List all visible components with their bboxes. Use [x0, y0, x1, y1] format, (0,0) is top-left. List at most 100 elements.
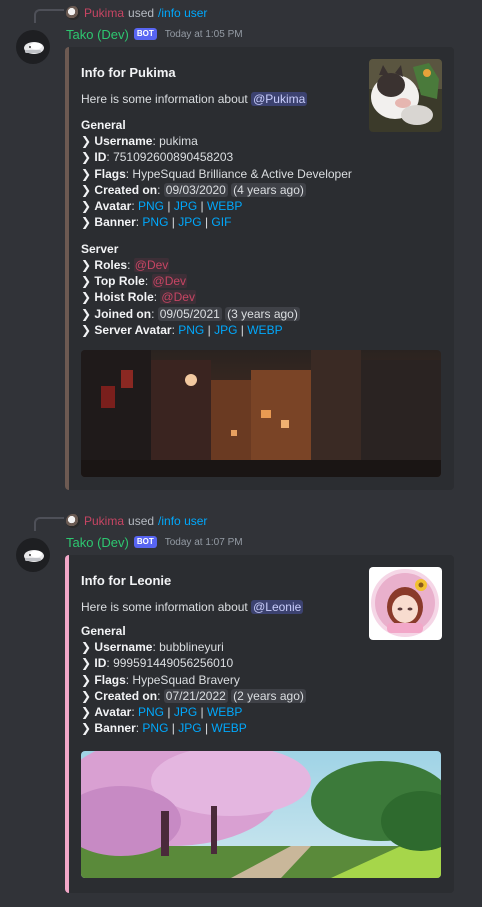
message-header: Tako (Dev) BOT Today at 1:07 PM: [66, 533, 243, 551]
field-label: Flags: [94, 672, 126, 687]
field-created: ❯ Created on: 07/21/2022 (2 years ago): [81, 688, 306, 703]
created-timestamp[interactable]: 07/21/2022: [163, 688, 228, 703]
reply-used-text: used: [128, 514, 155, 528]
reply-user-avatar[interactable]: [66, 6, 80, 20]
reply-used-text: used: [128, 6, 155, 20]
embed-thumbnail-avatar[interactable]: [369, 567, 442, 640]
role-mention[interactable]: @Dev: [133, 257, 170, 272]
avatar-link-jpg[interactable]: JPG: [174, 199, 197, 213]
chevron-right-icon: ❯: [81, 134, 92, 148]
banner-link-jpg[interactable]: JPG: [178, 215, 201, 229]
field-label: Top Role: [94, 274, 145, 289]
field-label: Flags: [94, 166, 126, 181]
field-value: 999591449056256010: [113, 656, 234, 671]
message-timestamp[interactable]: Today at 1:07 PM: [165, 537, 243, 548]
bot-avatar[interactable]: [16, 538, 50, 572]
reply-user-avatar[interactable]: [66, 514, 80, 528]
created-timestamp[interactable]: 09/03/2020: [163, 182, 228, 197]
user-info-embed: Info for Pukima Here is some information…: [65, 47, 454, 490]
reply-connector: [34, 517, 64, 531]
field-label: Created on: [94, 688, 158, 703]
field-label: ID: [94, 150, 107, 165]
field-id: ❯ ID: 751092600890458203: [81, 150, 234, 165]
anime-avatar-image: [369, 567, 442, 640]
user-mention[interactable]: @Pukima: [251, 92, 308, 106]
banner-link-gif[interactable]: GIF: [211, 215, 231, 229]
field-id: ❯ ID: 999591449056256010: [81, 656, 234, 671]
bot-badge: BOT: [133, 28, 157, 40]
embed-banner-image[interactable]: [81, 350, 441, 478]
field-value: bubblineyuri: [159, 640, 224, 654]
server-avatar-link-webp[interactable]: WEBP: [247, 323, 282, 337]
reply-context[interactable]: Pukima used /info user: [66, 4, 207, 22]
server-avatar-link-png[interactable]: PNG: [178, 323, 204, 337]
bot-username[interactable]: Tako (Dev): [66, 535, 129, 550]
role-mention[interactable]: @Dev: [160, 290, 196, 305]
reply-context[interactable]: Pukima used /info user: [66, 512, 207, 530]
avatar-link-webp[interactable]: WEBP: [207, 705, 242, 719]
field-server-avatar: ❯ Server Avatar: PNG | JPG | WEBP: [81, 322, 283, 337]
field-label: Created on: [94, 182, 158, 197]
description-text: Here is some information about: [81, 600, 252, 614]
joined-relative-timestamp[interactable]: (3 years ago): [225, 306, 300, 321]
bot-avatar[interactable]: [16, 30, 50, 64]
chevron-right-icon: ❯: [81, 257, 92, 272]
field-label: Joined on: [94, 306, 152, 321]
field-value: pukima: [159, 134, 198, 148]
server-avatar-link-jpg[interactable]: JPG: [214, 323, 237, 337]
avatar-link-png[interactable]: PNG: [138, 199, 164, 213]
message-timestamp[interactable]: Today at 1:05 PM: [165, 29, 243, 40]
banner-link-png[interactable]: PNG: [142, 721, 168, 735]
field-hoist-role: ❯ Hoist Role: @Dev: [81, 290, 196, 305]
field-flags: ❯ Flags: HypeSquad Bravery: [81, 672, 240, 687]
reply-command[interactable]: /info user: [158, 6, 207, 20]
octopus-icon: [24, 550, 44, 562]
field-label: Banner: [94, 215, 136, 230]
reply-username[interactable]: Pukima: [84, 6, 124, 20]
user-mention[interactable]: @Leonie: [251, 600, 304, 614]
reply-command[interactable]: /info user: [158, 514, 207, 528]
bot-username[interactable]: Tako (Dev): [66, 27, 129, 42]
chevron-right-icon: ❯: [81, 166, 92, 181]
created-relative-timestamp[interactable]: (2 years ago): [231, 688, 306, 703]
chevron-right-icon: ❯: [81, 688, 92, 703]
chevron-right-icon: ❯: [81, 306, 92, 321]
banner-link-png[interactable]: PNG: [142, 215, 168, 229]
field-avatar: ❯ Avatar: PNG | JPG | WEBP: [81, 705, 243, 720]
joined-timestamp[interactable]: 09/05/2021: [157, 306, 222, 321]
message-header: Tako (Dev) BOT Today at 1:05 PM: [66, 25, 243, 43]
banner-link-jpg[interactable]: JPG: [178, 721, 201, 735]
field-value: HypeSquad Bravery: [132, 672, 240, 687]
cat-image: [369, 59, 442, 132]
created-relative-timestamp[interactable]: (4 years ago): [231, 182, 306, 197]
field-avatar: ❯ Avatar: PNG | JPG | WEBP: [81, 199, 243, 214]
field-created: ❯ Created on: 09/03/2020 (4 years ago): [81, 182, 306, 197]
field-username: ❯ Username: bubblineyuri: [81, 640, 224, 654]
chevron-right-icon: ❯: [81, 150, 92, 165]
field-label: Username: [94, 640, 153, 654]
city-street-image: [81, 350, 441, 478]
field-label: Hoist Role: [94, 290, 154, 305]
field-label: Server Avatar: [94, 322, 172, 337]
field-banner: ❯ Banner: PNG | JPG | GIF: [81, 215, 232, 230]
chevron-right-icon: ❯: [81, 721, 92, 736]
role-mention[interactable]: @Dev: [151, 274, 188, 289]
embed-thumbnail-cat[interactable]: [369, 59, 442, 132]
chevron-right-icon: ❯: [81, 656, 92, 671]
field-label: Avatar: [94, 199, 132, 214]
reply-connector: [34, 9, 64, 23]
octopus-icon: [24, 42, 44, 54]
field-value: 751092600890458203: [113, 150, 234, 165]
banner-link-webp[interactable]: WEBP: [211, 721, 246, 735]
field-banner: ❯ Banner: PNG | JPG | WEBP: [81, 721, 247, 736]
field-label: Banner: [94, 721, 136, 736]
avatar-link-webp[interactable]: WEBP: [207, 199, 242, 213]
avatar-link-jpg[interactable]: JPG: [174, 705, 197, 719]
embed-banner-image[interactable]: [81, 750, 441, 878]
reply-username[interactable]: Pukima: [84, 514, 124, 528]
field-label: ID: [94, 656, 107, 671]
chevron-right-icon: ❯: [81, 182, 92, 197]
chevron-right-icon: ❯: [81, 322, 92, 337]
chevron-right-icon: ❯: [81, 290, 92, 305]
avatar-link-png[interactable]: PNG: [138, 705, 164, 719]
